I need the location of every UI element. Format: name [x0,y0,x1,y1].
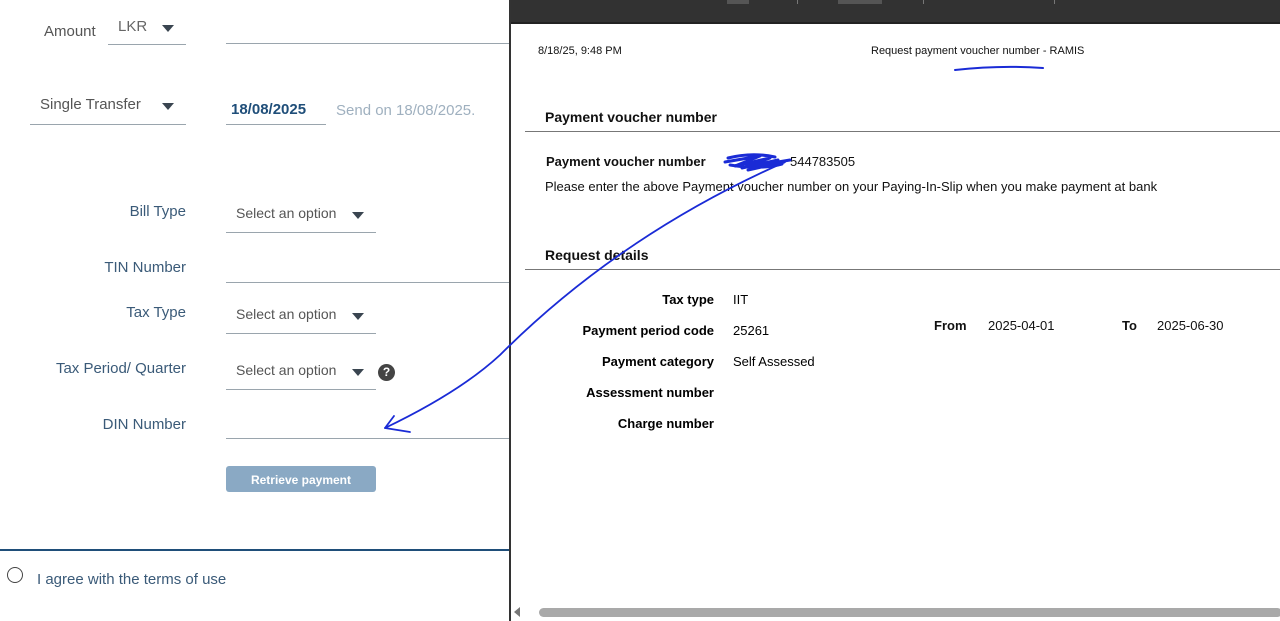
tax-period-select[interactable]: Select an option [226,360,376,390]
chevron-down-icon [352,313,364,320]
tin-label: TIN Number [104,259,186,276]
date-value: 18/08/2025 [231,101,307,118]
detail-label: Assessment number [586,385,714,400]
currency-value: LKR [118,18,148,35]
zoom-field[interactable] [838,0,882,4]
voucher-number-value: 544783505 [790,154,856,169]
tax-type-value: Select an option [236,306,337,322]
detail-label: Charge number [617,416,714,431]
from-label: From [934,318,967,333]
print-timestamp: 8/18/25, 9:48 PM [538,45,622,57]
detail-value: Self Assessed [733,354,815,369]
transfer-type-value: Single Transfer [40,96,141,113]
pdf-viewer: 8/18/25, 9:48 PM Request payment voucher… [509,0,1280,621]
din-input[interactable] [226,438,509,439]
terms-label: I agree with the terms of use [37,571,227,588]
tax-type-label: Tax Type [126,304,186,321]
transfer-type-select[interactable]: Single Transfer [30,94,186,125]
request-details-title: Request details [545,247,649,263]
tax-type-select[interactable]: Select an option [226,304,376,334]
voucher-section-title: Payment voucher number [545,109,717,125]
annotation-arrowhead [384,415,411,433]
detail-label: Tax type [662,292,714,307]
detail-value: 25261 [733,323,770,338]
from-value: 2025-04-01 [988,318,1055,333]
toolbar-divider [797,0,798,4]
tax-period-label: Tax Period/ Quarter [55,360,186,377]
toolbar-divider [923,0,924,4]
chevron-down-icon [162,103,174,110]
bill-type-label: Bill Type [129,203,186,220]
chevron-down-icon [162,25,174,32]
bill-type-select[interactable]: Select an option [226,203,376,233]
section-divider [525,131,1280,132]
tin-input[interactable] [226,282,509,283]
help-icon[interactable]: ? [378,364,395,381]
to-value: 2025-06-30 [1157,318,1224,333]
tax-period-value: Select an option [236,362,337,378]
voucher-instruction: Please enter the above Payment voucher n… [545,179,1158,194]
chevron-down-icon [352,212,364,219]
detail-value: IIT [733,292,749,307]
date-input[interactable]: 18/08/2025 [226,99,326,125]
to-label: To [1122,318,1137,333]
detail-label: Payment category [602,354,714,369]
amount-input[interactable] [226,43,509,44]
chevron-down-icon [352,369,364,376]
voucher-number-label: Payment voucher number [546,154,706,169]
page-number-field[interactable] [727,0,749,4]
currency-select[interactable]: LKR [108,16,186,45]
retrieve-payment-details-button[interactable]: Retrieve payment details [226,466,376,513]
toolbar-divider [1054,0,1055,4]
send-note: Send on 18/08/2025. [336,102,476,119]
detail-label: Payment period code [582,323,714,338]
horizontal-scrollbar[interactable] [539,608,1280,617]
pdf-toolbar [511,0,1280,24]
document-title: Request payment voucher number - RAMIS [871,45,1085,57]
terms-divider [0,549,509,551]
bill-type-value: Select an option [236,205,337,221]
terms-radio[interactable] [7,567,23,583]
amount-label: Amount [44,23,96,40]
section-divider [525,269,1280,270]
din-label: DIN Number [102,416,186,433]
scroll-left-arrow-icon[interactable] [514,607,520,617]
